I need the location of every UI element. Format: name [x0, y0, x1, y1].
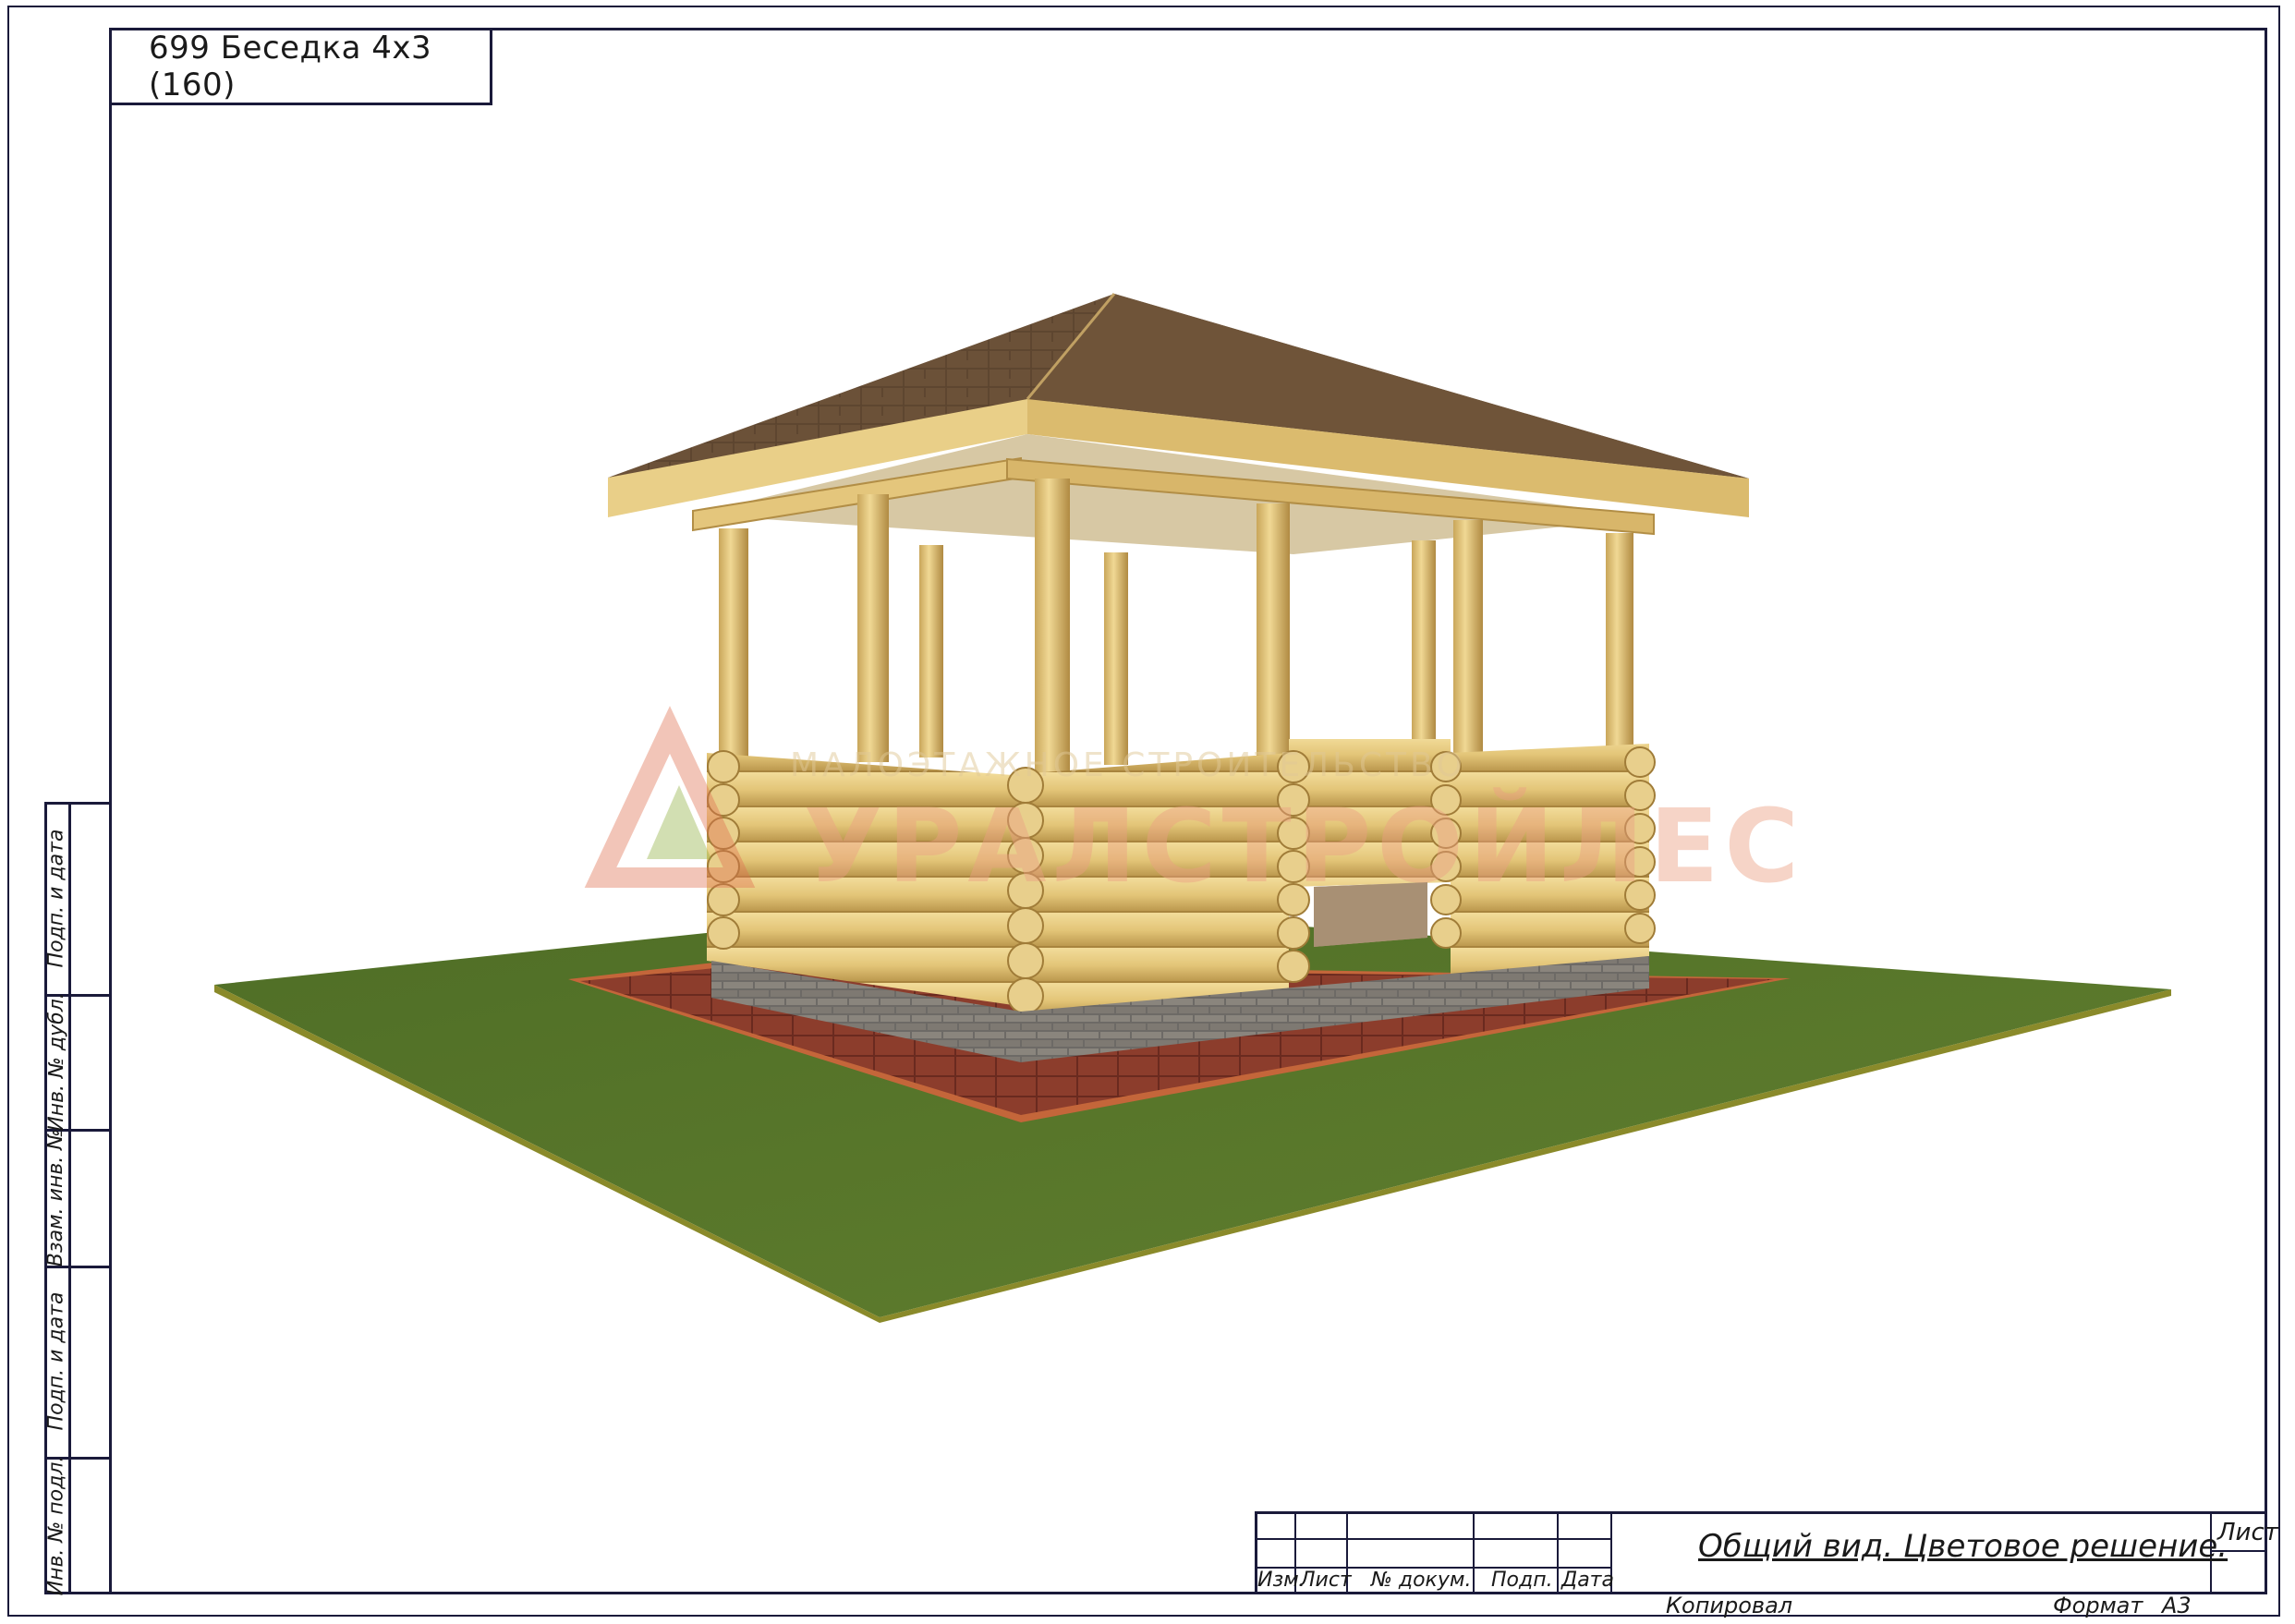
- post: [1257, 503, 1290, 762]
- post: [1606, 533, 1633, 759]
- post: [857, 494, 889, 762]
- watermark-brand: УРАЛСТРОЙЛЕС: [804, 787, 1805, 905]
- post: [919, 545, 943, 757]
- side-stamp-divider: [68, 802, 71, 1594]
- copied-label: Копировал: [1666, 1593, 1793, 1618]
- title-block-line: [1255, 1538, 1610, 1540]
- post: [1035, 479, 1070, 774]
- col-label-date: Дата: [1561, 1569, 1614, 1592]
- post: [719, 528, 748, 759]
- format-value: А3: [2162, 1593, 2192, 1618]
- sheet-label: Лист: [2217, 1519, 2278, 1546]
- post: [1412, 540, 1436, 762]
- post: [1453, 520, 1483, 760]
- col-label-signature: Подп.: [1491, 1569, 1553, 1592]
- title-block-line: [1557, 1511, 1559, 1594]
- side-label-orig-inv: Инв. № подл.: [44, 1455, 68, 1596]
- col-label-change: Изм.: [1257, 1569, 1305, 1592]
- sheet-title: Общий вид. Цветовое решение.: [1698, 1528, 2228, 1565]
- col-label-doc-number: № докум.: [1371, 1569, 1472, 1592]
- title-block-line: [1473, 1511, 1475, 1594]
- format-label: Формат: [2053, 1593, 2143, 1618]
- watermark-subtitle: МАЛОЭТАЖНОЕ СТРОИТЕЛЬСТВО: [790, 746, 1466, 784]
- side-label-sign-date-1: Подп. и дата: [44, 829, 68, 967]
- side-label-replace-inv: Взам. инв. №: [44, 1128, 68, 1266]
- col-label-sheet: Лист: [1300, 1569, 1352, 1592]
- side-label-sign-date-2: Подп. и дата: [44, 1291, 68, 1431]
- side-label-dup-inv: Инв. № дубл.: [44, 991, 68, 1132]
- post: [1104, 552, 1128, 765]
